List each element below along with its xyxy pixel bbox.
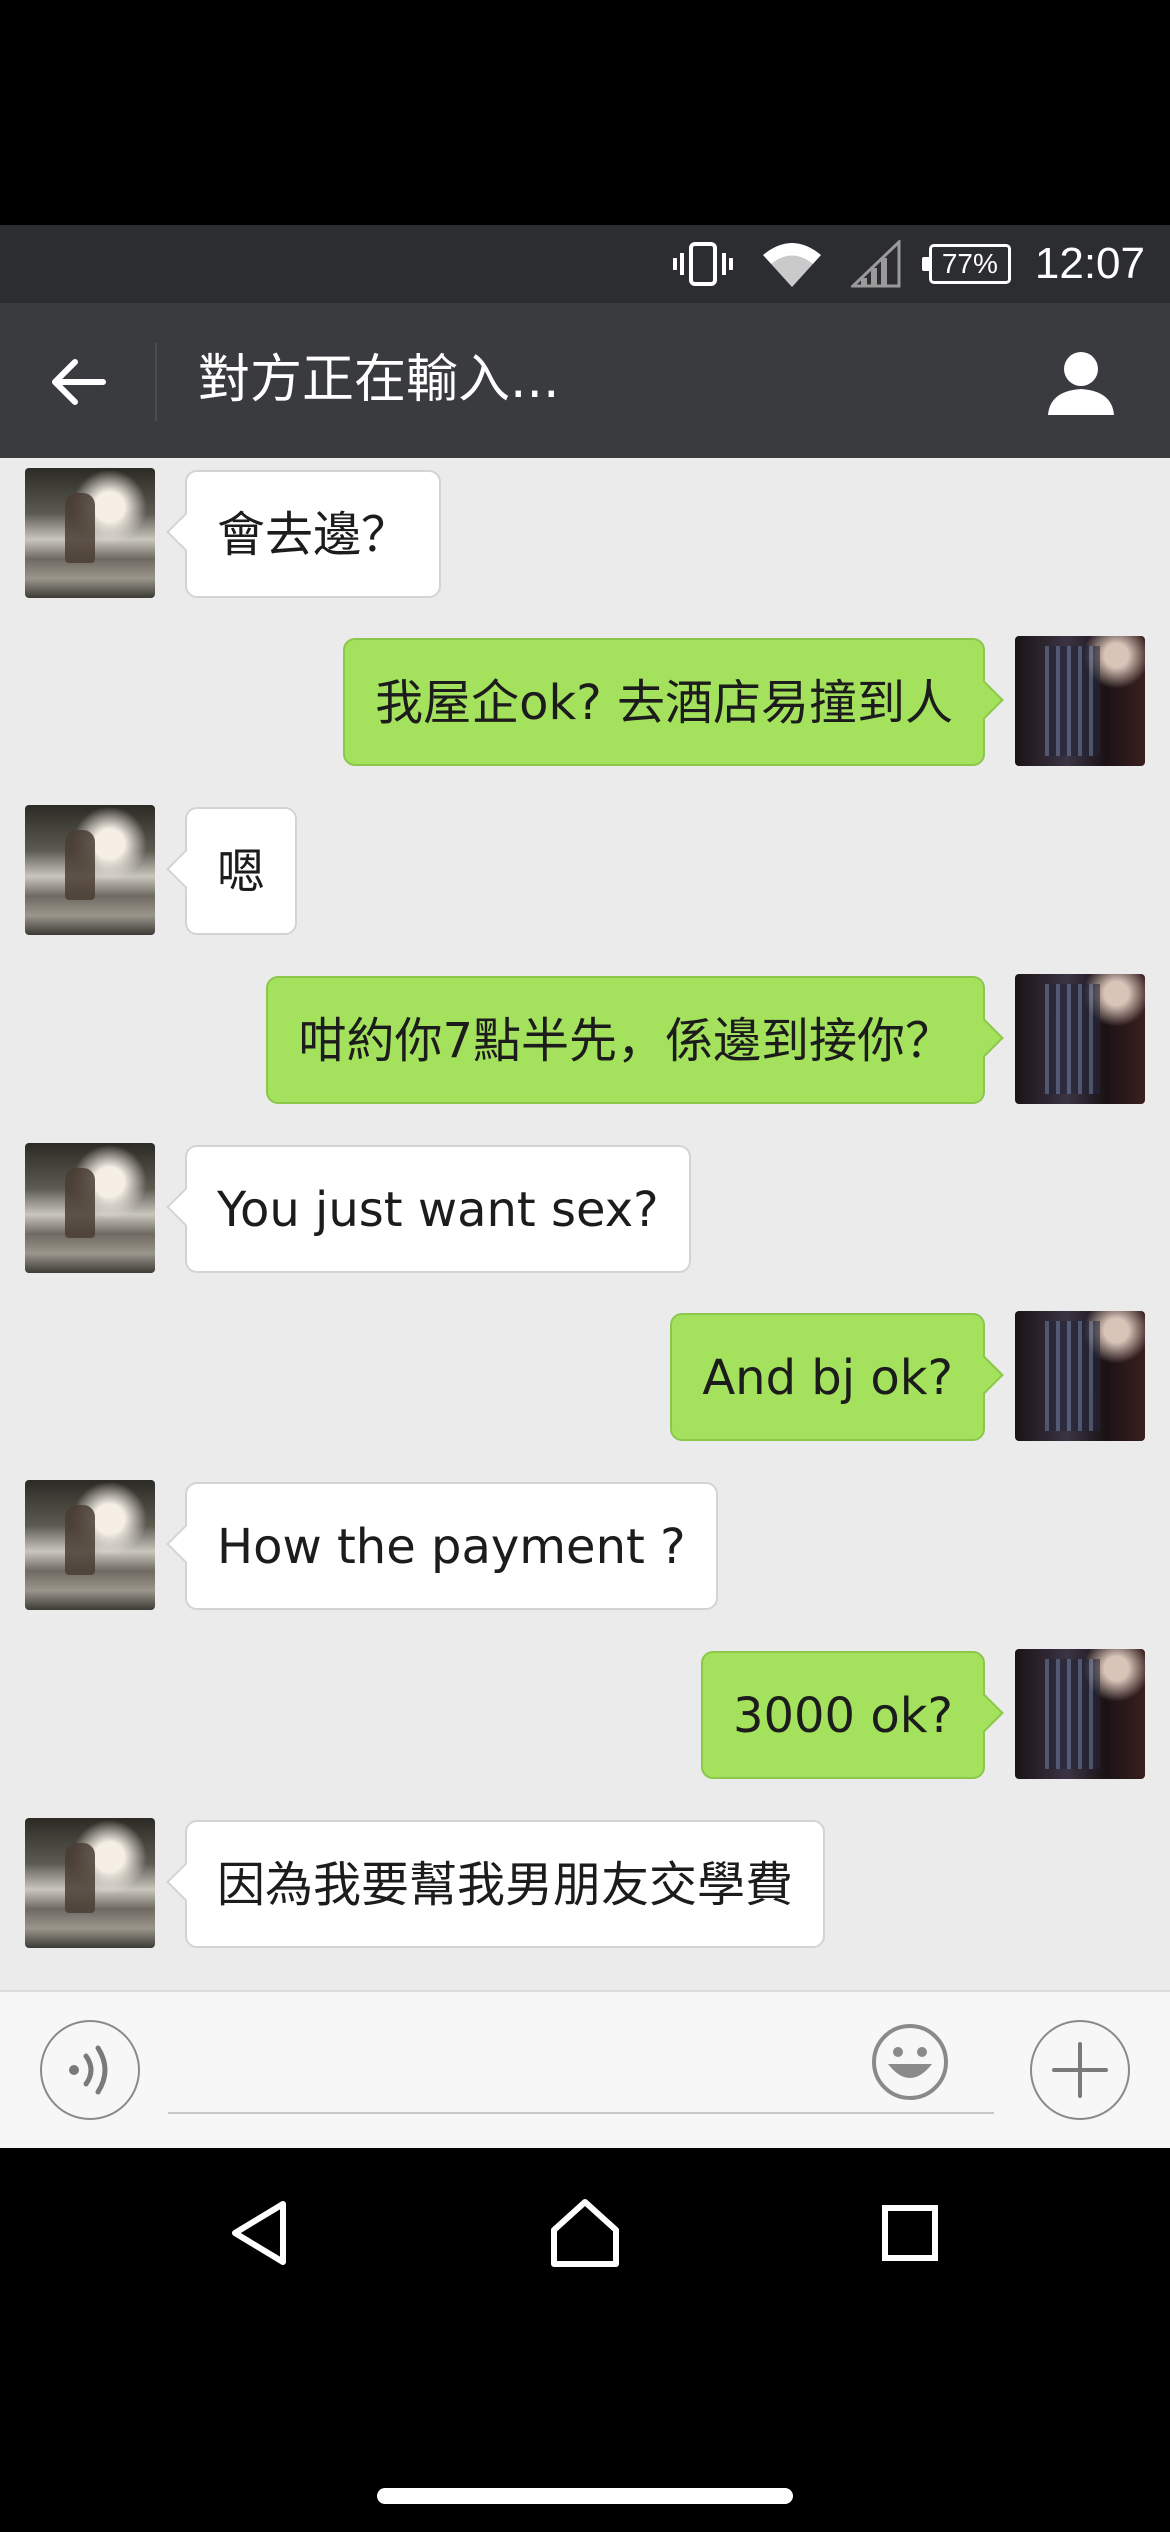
back-button[interactable]: [40, 343, 118, 421]
message-outgoing: 3000 ok?: [0, 1639, 1170, 1779]
cell-signal-icon: [850, 240, 901, 288]
vibrate-icon: [672, 241, 733, 287]
message-bubble[interactable]: 因為我要幫我男朋友交學費: [185, 1820, 826, 1948]
chat-header: 對方正在輸入...: [0, 303, 1170, 458]
plus-icon: [1052, 2042, 1108, 2098]
message-bubble[interactable]: You just want sex?: [185, 1145, 691, 1273]
message-incoming: 嗯: [0, 795, 1170, 935]
person-icon: [1048, 352, 1114, 415]
profile-button[interactable]: [1040, 341, 1122, 423]
message-outgoing: 我屋企ok? 去酒店易撞到人: [0, 626, 1170, 766]
header-divider: [155, 343, 157, 421]
status-icons: 77% 12:07: [645, 225, 1145, 303]
contact-avatar[interactable]: [25, 805, 155, 935]
voice-icon: [69, 2045, 108, 2095]
message-bubble[interactable]: 咁約你7點半先，係邊到接你？: [266, 976, 985, 1104]
back-arrow-icon: [52, 359, 106, 405]
nav-home-button[interactable]: [540, 2188, 630, 2278]
battery-level: 77%: [941, 248, 998, 279]
message-bubble[interactable]: And bj ok?: [670, 1313, 985, 1441]
message-bubble[interactable]: 會去邊？: [185, 470, 442, 598]
self-avatar[interactable]: [1015, 1311, 1145, 1441]
self-avatar[interactable]: [1015, 636, 1145, 766]
contact-avatar[interactable]: [25, 468, 155, 598]
system-nav-bar: [0, 2148, 1170, 2313]
status-bar: 77% 12:07: [0, 225, 1170, 303]
message-bubble[interactable]: 3000 ok?: [700, 1651, 985, 1779]
contact-avatar[interactable]: [25, 1818, 155, 1948]
emoji-icon: [872, 2024, 948, 2100]
message-bubble[interactable]: 我屋企ok? 去酒店易撞到人: [343, 638, 985, 766]
message-input-bar: [0, 1990, 1170, 2148]
contact-avatar[interactable]: [25, 1480, 155, 1610]
battery-icon: 77%: [921, 244, 1011, 284]
nav-back-button[interactable]: [215, 2188, 305, 2278]
nav-home-icon: [551, 2199, 619, 2267]
nav-recents-button[interactable]: [865, 2188, 955, 2278]
chat-messages[interactable]: 會去邊？ 我屋企ok? 去酒店易撞到人 嗯 咁約你7點半先，係邊到接你？ You…: [0, 458, 1170, 1990]
message-outgoing: 咁約你7點半先，係邊到接你？: [0, 964, 1170, 1104]
chat-title: 對方正在輸入...: [198, 350, 560, 410]
message-incoming: 因為我要幫我男朋友交學費: [0, 1808, 1170, 1948]
self-avatar[interactable]: [1015, 1649, 1145, 1779]
self-avatar[interactable]: [1015, 974, 1145, 1104]
nav-recents-icon: [882, 2205, 938, 2261]
home-indicator[interactable]: [377, 2488, 793, 2504]
nav-back-icon: [232, 2201, 286, 2265]
message-outgoing: And bj ok?: [0, 1301, 1170, 1441]
contact-avatar[interactable]: [25, 1143, 155, 1273]
emoji-button[interactable]: [870, 2022, 950, 2102]
status-time: 12:07: [1034, 239, 1145, 288]
message-incoming: How the payment ?: [0, 1470, 1170, 1610]
wifi-icon: [761, 239, 823, 289]
voice-button[interactable]: [40, 2020, 140, 2120]
more-button[interactable]: [1030, 2020, 1130, 2120]
message-bubble[interactable]: 嗯: [185, 807, 298, 935]
message-incoming: You just want sex?: [0, 1133, 1170, 1273]
message-bubble[interactable]: How the payment ?: [185, 1482, 718, 1610]
message-incoming: 會去邊？: [0, 458, 1170, 598]
